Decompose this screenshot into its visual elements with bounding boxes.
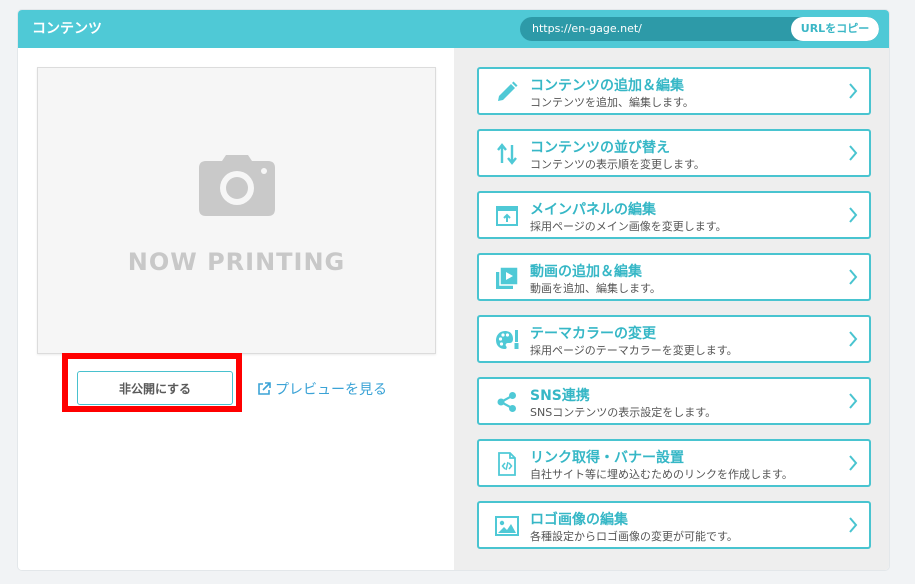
chevron-right-icon	[849, 517, 858, 533]
menu-item-desc: 自社サイト等に埋め込むためのリンクを作成します。	[530, 468, 793, 481]
menu-item-theme-color[interactable]: テーマカラーの変更 採用ページのテーマカラーを変更します。	[477, 315, 871, 363]
menu-item-link-banner[interactable]: リンク取得・バナー設置 自社サイト等に埋め込むためのリンクを作成します。	[477, 439, 871, 487]
make-private-button[interactable]: 非公開にする	[77, 371, 233, 405]
palette-icon	[496, 330, 519, 349]
chevron-right-icon	[849, 393, 858, 409]
panel-title: コンテンツ	[32, 21, 102, 37]
preview-link[interactable]: プレビューを見る	[257, 379, 387, 399]
menu-item-title: リンク取得・バナー設置	[530, 450, 684, 466]
main-panel-icon	[496, 206, 518, 226]
chevron-right-icon	[849, 83, 858, 99]
share-icon	[497, 392, 516, 412]
menu-item-logo-image[interactable]: ロゴ画像の編集 各種設定からロゴ画像の変更が可能です。	[477, 501, 871, 549]
preview-link-label: プレビューを見る	[275, 382, 387, 398]
video-play-icon	[496, 266, 519, 289]
preview-image-placeholder: NOW PRINTING	[37, 67, 436, 354]
menu-item-desc: コンテンツの表示順を変更します。	[530, 158, 705, 171]
menu-item-title: コンテンツの追加＆編集	[530, 78, 684, 94]
sort-arrows-icon	[497, 143, 517, 165]
camera-icon	[199, 155, 275, 216]
panel-header: コンテンツ https://en-gage.net/ URLをコピー	[18, 10, 889, 48]
pencil-icon	[498, 81, 518, 101]
menu-item-reorder-contents[interactable]: コンテンツの並び替え コンテンツの表示順を変更します。	[477, 129, 871, 177]
menu-item-main-panel[interactable]: メインパネルの編集 採用ページのメイン画像を変更します。	[477, 191, 871, 239]
external-link-icon	[258, 382, 271, 395]
menu-column: コンテンツの追加＆編集 コンテンツを追加、編集します。 コンテンツの並び替え コ…	[454, 48, 889, 570]
menu-item-sns[interactable]: SNS連携 SNSコンテンツの表示設定をします。	[477, 377, 871, 425]
menu-item-title: 動画の追加＆編集	[530, 264, 642, 280]
chevron-right-icon	[849, 331, 858, 347]
contents-panel: コンテンツ https://en-gage.net/ URLをコピー NOW P…	[18, 10, 889, 570]
url-bar: https://en-gage.net/ URLをコピー	[520, 17, 879, 41]
code-file-icon	[498, 452, 516, 476]
menu-item-title: メインパネルの編集	[530, 202, 656, 218]
chevron-right-icon	[849, 269, 858, 285]
menu-item-desc: 各種設定からロゴ画像の変更が可能です。	[530, 530, 738, 543]
menu-item-add-edit-contents[interactable]: コンテンツの追加＆編集 コンテンツを追加、編集します。	[477, 67, 871, 115]
menu-item-video[interactable]: 動画の追加＆編集 動画を追加、編集します。	[477, 253, 871, 301]
menu-item-title: テーマカラーの変更	[530, 326, 656, 342]
menu-item-desc: 採用ページのメイン画像を変更します。	[530, 220, 727, 233]
now-printing-text: NOW PRINTING	[127, 248, 346, 276]
image-icon	[495, 516, 519, 536]
menu-item-title: SNS連携	[530, 388, 590, 404]
menu-item-title: コンテンツの並び替え	[530, 140, 670, 156]
chevron-right-icon	[849, 455, 858, 471]
chevron-right-icon	[849, 145, 858, 161]
chevron-right-icon	[849, 207, 858, 223]
menu-item-desc: 採用ページのテーマカラーを変更します。	[530, 344, 738, 357]
menu-item-desc: 動画を追加、編集します。	[530, 282, 661, 295]
preview-column: NOW PRINTING 非公開にする プレビューを見る	[18, 48, 454, 570]
menu-item-title: ロゴ画像の編集	[530, 512, 628, 528]
menu-item-desc: SNSコンテンツの表示設定をします。	[530, 406, 717, 419]
menu-item-desc: コンテンツを追加、編集します。	[530, 96, 694, 109]
copy-url-button[interactable]: URLをコピー	[791, 17, 879, 41]
url-text: https://en-gage.net/	[532, 22, 642, 35]
